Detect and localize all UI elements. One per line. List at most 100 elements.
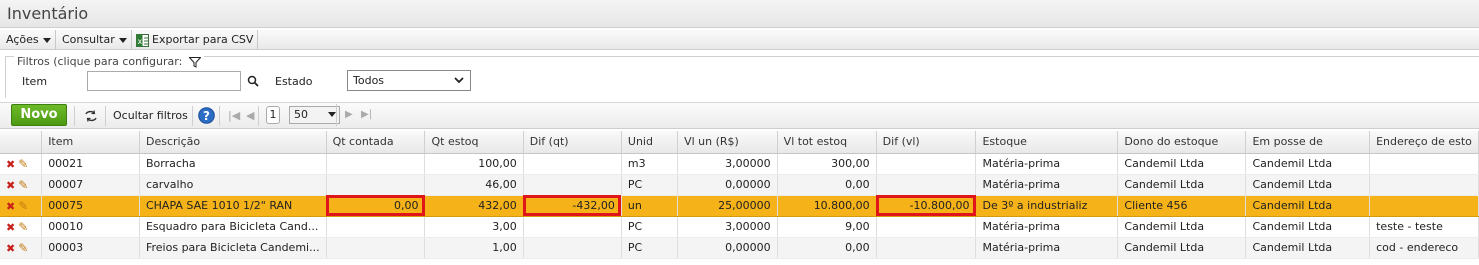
edit-icon[interactable]: ✎: [18, 241, 28, 255]
header-dono[interactable]: Dono do estoque: [1117, 131, 1247, 154]
table-row[interactable]: ✖ ✎ 00003 Freios para Bicicleta Candemi..…: [0, 237, 1479, 259]
divider: [336, 104, 337, 126]
window-title-bar: Inventário: [0, 0, 1479, 28]
cell-vl-un: 25,00000: [677, 195, 778, 217]
cell-vl-tot: 0,00: [777, 174, 877, 196]
header-item[interactable]: Item: [41, 131, 140, 154]
search-icon[interactable]: [247, 75, 259, 87]
cell-endereco: [1369, 174, 1479, 196]
prev-page-icon[interactable]: ◀: [246, 109, 254, 122]
cell-endereco: teste - teste: [1369, 216, 1479, 238]
delete-icon[interactable]: ✖: [6, 158, 15, 171]
chevron-down-icon: [42, 37, 51, 43]
grid-toolbar: Ocultar filtros ? |◀ ◀: [0, 102, 1479, 129]
svg-text:?: ?: [203, 109, 210, 123]
header-vl-tot[interactable]: Vl tot estoq: [777, 131, 877, 154]
cell-dif-vl: -10.800,00: [876, 195, 977, 217]
cell-dif-vl: [876, 216, 977, 238]
header-endereco[interactable]: Endereço de esto: [1369, 131, 1479, 154]
cell-qt-estoq: 432,00: [424, 195, 524, 217]
cell-qt-contada[interactable]: [326, 153, 426, 175]
acoes-menu[interactable]: Ações: [2, 30, 56, 50]
consultar-menu[interactable]: Consultar: [58, 30, 132, 50]
table-row-selected[interactable]: ✖ ✎ 00075 CHAPA SAE 1010 1/2" RAN 0,00 43…: [0, 195, 1479, 217]
cell-vl-un: 3,00000: [677, 216, 778, 238]
hide-filters-button[interactable]: Ocultar filtros: [113, 109, 188, 122]
cell-posse: Candemil Ltda: [1245, 153, 1371, 175]
cell-estoque: De 3º a industrializ: [975, 195, 1119, 217]
header-posse[interactable]: Em posse de: [1245, 131, 1371, 154]
cell-descricao: Borracha: [139, 153, 327, 175]
cell-item: 00010: [41, 216, 140, 238]
cell-posse: Candemil Ltda: [1245, 237, 1371, 259]
item-filter-input[interactable]: [87, 71, 241, 91]
header-estoque[interactable]: Estoque: [975, 131, 1119, 154]
cell-unid: PC: [621, 174, 679, 196]
delete-icon[interactable]: ✖: [6, 179, 15, 192]
edit-icon[interactable]: ✎: [18, 178, 28, 192]
header-dif-vl[interactable]: Dif (vl): [876, 131, 977, 154]
delete-icon[interactable]: ✖: [6, 242, 15, 255]
delete-icon[interactable]: ✖: [6, 200, 15, 213]
edit-icon[interactable]: ✎: [18, 220, 28, 234]
export-csv-label: Exportar para CSV: [152, 33, 254, 46]
cell-vl-un: 3,00000: [677, 153, 778, 175]
divider: [258, 106, 259, 126]
cell-unid: m3: [621, 153, 679, 175]
delete-icon[interactable]: ✖: [6, 221, 15, 234]
header-vl-un[interactable]: Vl un (R$): [677, 131, 778, 154]
cell-estoque: Matéria-prima: [975, 174, 1119, 196]
header-unid[interactable]: Unid: [621, 131, 679, 154]
cell-qt-contada[interactable]: [326, 237, 426, 259]
cell-dif-vl: [876, 174, 977, 196]
header-qt-estoq[interactable]: Qt estoq: [424, 131, 524, 154]
table-row[interactable]: ✖ ✎ 00007 carvalho 46,00 PC 0,00000 0,00 …: [0, 174, 1479, 196]
last-page-icon[interactable]: ▶|: [361, 109, 372, 120]
cell-qt-contada[interactable]: 0,00: [326, 195, 426, 217]
header-actions: [0, 131, 43, 154]
header-qt-contada[interactable]: Qt contada: [326, 131, 426, 154]
cell-estoque: Matéria-prima: [975, 216, 1119, 238]
row-actions: ✖ ✎: [0, 174, 43, 196]
cell-estoque: Matéria-prima: [975, 237, 1119, 259]
row-actions: ✖ ✎: [0, 153, 43, 175]
cell-vl-un: 0,00000: [677, 174, 778, 196]
divider: [219, 106, 220, 126]
header-dif-qt[interactable]: Dif (qt): [523, 131, 622, 154]
refresh-icon[interactable]: [84, 110, 98, 122]
table-row[interactable]: ✖ ✎ 00010 Esquadro para Bicicleta Cand...…: [0, 216, 1479, 238]
row-actions: ✖ ✎: [0, 216, 43, 238]
cell-endereco: [1369, 153, 1479, 175]
next-page-icon[interactable]: ▶: [345, 109, 353, 120]
edit-icon[interactable]: ✎: [18, 199, 28, 213]
header-descricao[interactable]: Descrição: [139, 131, 327, 154]
row-actions: ✖ ✎: [0, 195, 43, 217]
divider: [105, 106, 106, 126]
cell-descricao: Freios para Bicicleta Candemi...: [139, 237, 327, 259]
item-filter-label: Item: [22, 75, 48, 88]
first-page-icon[interactable]: |◀: [228, 109, 240, 122]
filters-legend[interactable]: Filtros (clique para configurar:: [14, 55, 204, 69]
cell-dif-vl: [876, 153, 977, 175]
page-size-value: 50: [294, 108, 308, 121]
table-row[interactable]: ✖ ✎ 00021 Borracha 100,00 m3 3,00000 300,…: [0, 153, 1479, 175]
cell-vl-tot: 300,00: [777, 153, 877, 175]
filters-legend-text: Filtros (clique para configurar:: [17, 55, 183, 68]
page-number-input[interactable]: 1: [266, 106, 280, 124]
help-icon[interactable]: ?: [198, 107, 215, 124]
cell-vl-tot: 9,00: [777, 216, 877, 238]
page-size-select[interactable]: 50: [289, 106, 340, 124]
consultar-label: Consultar: [62, 33, 115, 46]
cell-posse: Candemil Ltda: [1245, 174, 1371, 196]
cell-item: 00007: [41, 174, 140, 196]
chevron-down-icon: [328, 112, 336, 117]
export-csv-button[interactable]: x Exportar para CSV: [132, 30, 259, 50]
cell-qt-contada[interactable]: [326, 174, 426, 196]
estado-select[interactable]: Todos: [347, 70, 471, 91]
divider: [192, 106, 193, 126]
novo-button[interactable]: Novo: [11, 104, 67, 126]
cell-qt-contada[interactable]: [326, 216, 426, 238]
edit-icon[interactable]: ✎: [18, 157, 28, 171]
filter-icon[interactable]: [188, 56, 202, 68]
cell-dono: Candemil Ltda: [1117, 174, 1247, 196]
